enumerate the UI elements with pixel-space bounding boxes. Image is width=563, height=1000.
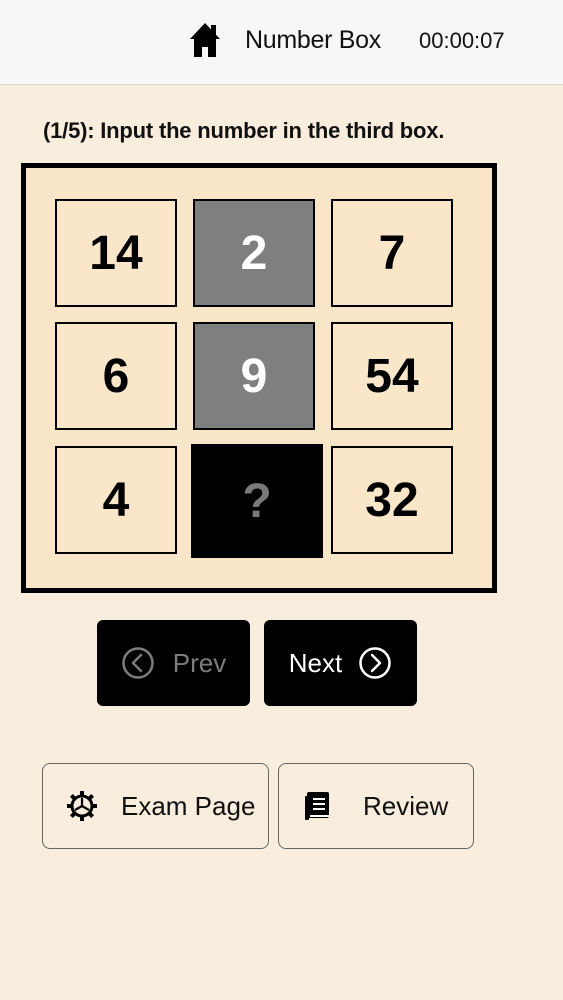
grid-cell-r1c2: 2 <box>193 199 315 307</box>
review-label: Review <box>363 790 449 821</box>
next-label: Next <box>288 647 343 678</box>
next-button[interactable]: Next <box>264 620 417 706</box>
header-bar: Number Box 00:00:07 <box>0 0 563 85</box>
chevron-left-circle-icon <box>122 647 154 679</box>
chevron-right-circle-icon <box>359 647 391 679</box>
grid-cell-r3c3: 32 <box>331 446 453 554</box>
gear-icon <box>67 791 97 821</box>
exam-page-label: Exam Page <box>121 790 256 821</box>
review-button[interactable]: Review <box>278 763 474 849</box>
number-grid: 14 2 7 6 9 54 4 ? 32 <box>21 163 497 593</box>
grid-cell-r3c1: 4 <box>55 446 177 554</box>
book-icon <box>305 792 329 820</box>
timer: 00:00:07 <box>419 28 505 53</box>
grid-cell-r2c1: 6 <box>55 322 177 430</box>
answer-input-box[interactable]: ? <box>191 444 323 558</box>
grid-cell-r1c3: 7 <box>331 199 453 307</box>
home-icon[interactable] <box>188 21 222 59</box>
prev-button[interactable]: Prev <box>97 620 250 706</box>
grid-cell-r2c2: 9 <box>193 322 315 430</box>
question-text: (1/5): Input the number in the third box… <box>43 118 445 143</box>
prev-label: Prev <box>172 647 227 678</box>
exam-page-button[interactable]: Exam Page <box>42 763 269 849</box>
grid-cell-r1c1: 14 <box>55 199 177 307</box>
grid-cell-r2c3: 54 <box>331 322 453 430</box>
app-title: Number Box <box>245 26 381 54</box>
